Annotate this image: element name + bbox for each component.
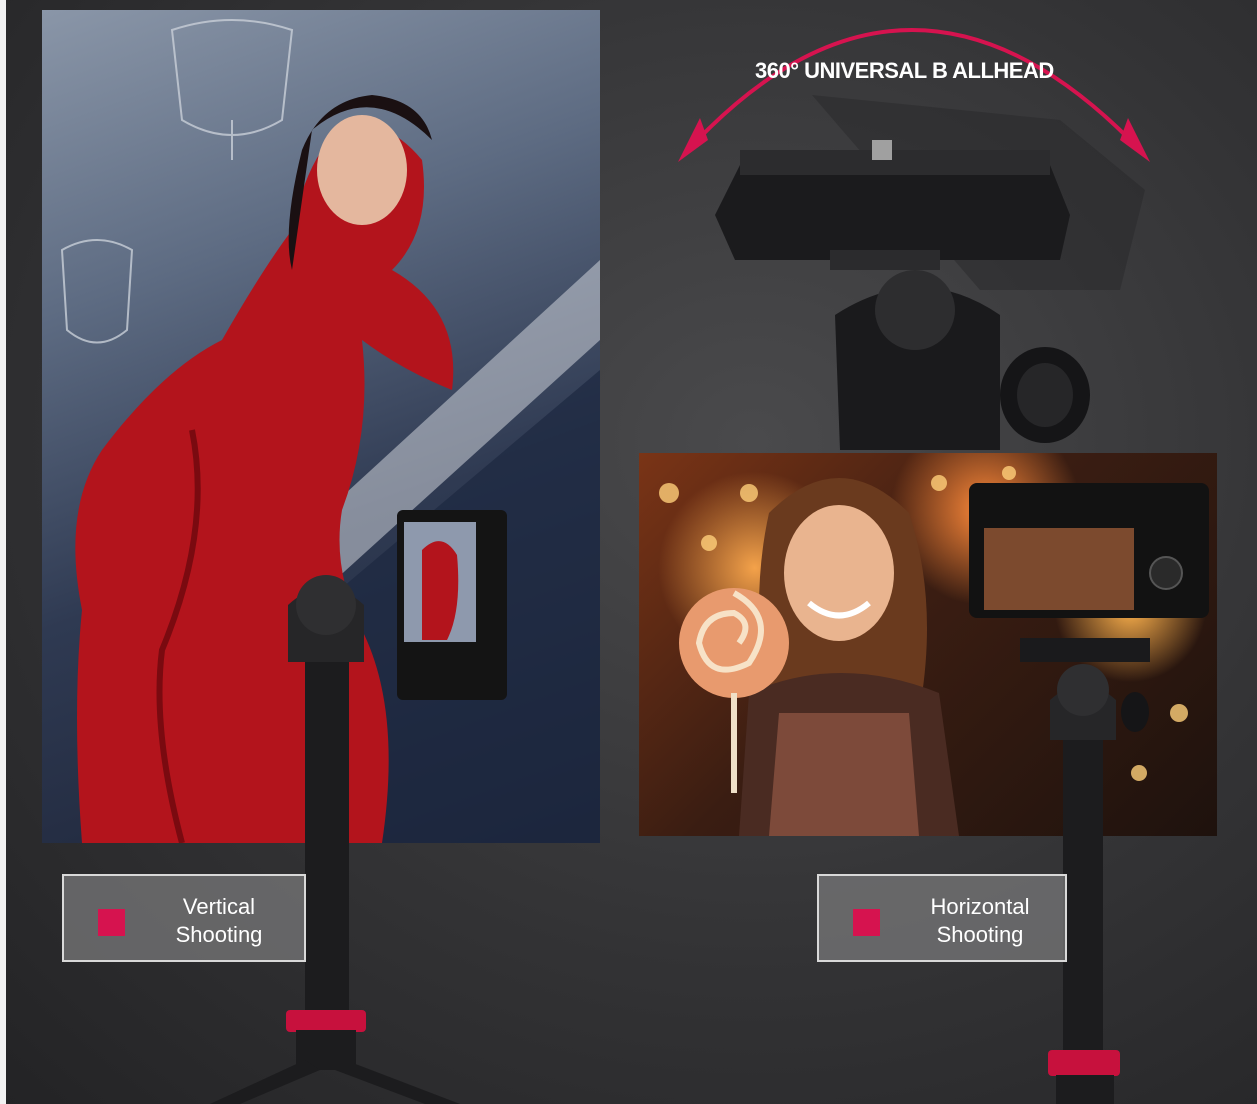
ballhead-icon	[715, 95, 1145, 450]
label-line: Shooting	[936, 922, 1024, 947]
label-line: Vertical	[182, 894, 256, 919]
accent-square-icon	[98, 909, 125, 936]
tripod-icon	[1020, 638, 1150, 1104]
label-line: Horizontal	[930, 894, 1030, 919]
label-text: Horizontal Shooting	[905, 893, 1055, 949]
label-text: Vertical Shooting	[149, 893, 289, 949]
tripod-icon	[210, 575, 460, 1104]
label-line: Shooting	[175, 922, 263, 947]
horizontal-shooting-label: Horizontal Shooting	[817, 874, 1067, 962]
accent-square-icon	[853, 909, 880, 936]
vertical-shooting-label: Vertical Shooting	[62, 874, 306, 962]
headline: 360° UNIVERSAL B ALLHEAD	[755, 58, 1054, 83]
